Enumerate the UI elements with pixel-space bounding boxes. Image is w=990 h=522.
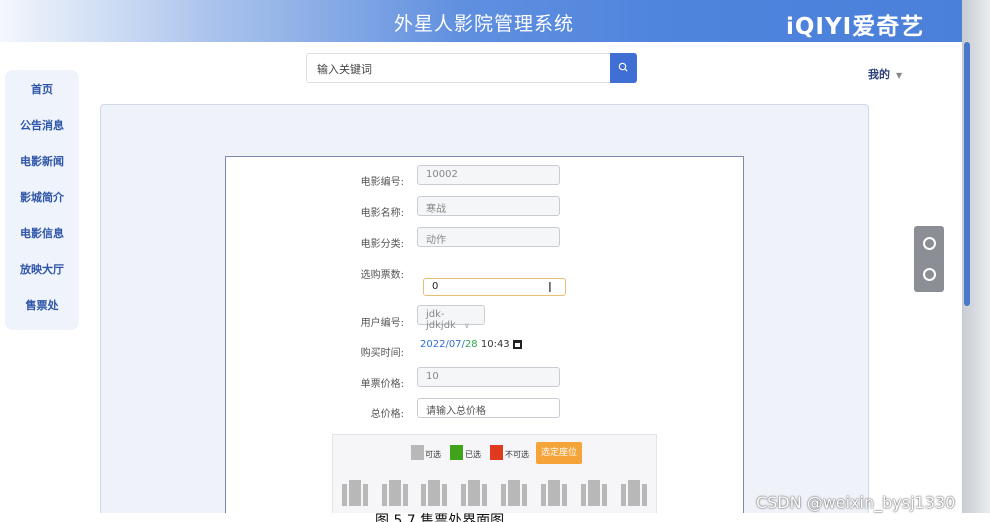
seat-icon[interactable] bbox=[619, 478, 649, 510]
seat-icon[interactable] bbox=[419, 478, 449, 510]
purchase-date-day: 28 bbox=[464, 339, 478, 350]
seat-icon[interactable] bbox=[380, 478, 410, 510]
seat-icon[interactable] bbox=[539, 478, 569, 510]
seat-icon[interactable] bbox=[340, 478, 370, 510]
unit-price-field[interactable]: 10 bbox=[417, 367, 560, 387]
movie-category-field[interactable]: 动作 bbox=[417, 227, 560, 247]
purchase-date-prefix: 2022/07/ bbox=[420, 339, 465, 350]
movie-id-field[interactable]: 10002 bbox=[417, 165, 560, 185]
text-cursor-icon: I bbox=[548, 281, 552, 296]
header-bar: 外星人影院管理系统 iQIYI爱奇艺 bbox=[0, 0, 968, 42]
sidebar: 首页 公告消息 电影新闻 影城简介 电影信息 放映大厅 售票处 bbox=[5, 70, 79, 330]
search-icon bbox=[618, 62, 628, 72]
seat-legend-selected-label: 已选 bbox=[465, 450, 481, 459]
csdn-watermark: CSDN @weixin_bysj1330 bbox=[756, 493, 956, 512]
user-id-select[interactable]: jdk-jdkjdk ∨ bbox=[417, 305, 485, 331]
sidebar-item-movie-news[interactable]: 电影新闻 bbox=[5, 153, 79, 169]
sidebar-item-movie-info[interactable]: 电影信息 bbox=[5, 225, 79, 241]
movie-name-label: 电影名称: bbox=[360, 208, 404, 219]
select-seat-button[interactable]: 选定座位 bbox=[536, 442, 582, 464]
seat-legend-available-label: 可选 bbox=[425, 450, 441, 459]
vertical-scrollbar[interactable] bbox=[964, 42, 970, 306]
sidebar-item-home[interactable]: 首页 bbox=[5, 81, 79, 97]
figure-caption: 图 5.7 售票处界面图 bbox=[375, 513, 505, 522]
purchase-time-input[interactable]: 2022/07/28 10:43 bbox=[420, 339, 510, 350]
seat-icon[interactable] bbox=[459, 478, 489, 510]
search-placeholder: 输入关键词 bbox=[317, 63, 372, 76]
app-window: 外星人影院管理系统 iQIYI爱奇艺 输入关键词 我的 ▼ 首页 公告消息 电影新… bbox=[0, 0, 990, 522]
chevron-down-icon: ∨ bbox=[463, 321, 470, 330]
search-input[interactable]: 输入关键词 bbox=[306, 53, 610, 83]
sidebar-item-screening-halls[interactable]: 放映大厅 bbox=[5, 261, 79, 277]
settings-icon[interactable] bbox=[923, 268, 936, 281]
seat-legend-selected-icon bbox=[450, 445, 463, 460]
seat-legend-available-icon bbox=[411, 445, 424, 460]
calendar-icon[interactable] bbox=[513, 340, 522, 349]
movie-name-field[interactable]: 寒战 bbox=[417, 196, 560, 216]
seat-legend-unavailable-icon bbox=[490, 445, 503, 460]
total-price-label: 总价格: bbox=[370, 409, 404, 420]
movie-id-label: 电影编号: bbox=[360, 177, 404, 188]
camera-icon[interactable] bbox=[923, 237, 936, 250]
sidebar-item-notices[interactable]: 公告消息 bbox=[5, 117, 79, 133]
seat-icon[interactable] bbox=[499, 478, 529, 510]
total-price-input[interactable]: 请输入总价格 bbox=[417, 398, 560, 418]
user-menu[interactable]: 我的 ▼ bbox=[868, 66, 902, 82]
floating-toolbar bbox=[914, 226, 944, 292]
brand-logo[interactable]: iQIYI爱奇艺 bbox=[786, 7, 924, 41]
chevron-down-icon: ▼ bbox=[896, 71, 903, 80]
ticket-count-label: 选购票数: bbox=[360, 270, 404, 281]
sidebar-item-cinema-intro[interactable]: 影城简介 bbox=[5, 189, 79, 205]
seat-legend-unavailable-label: 不可选 bbox=[505, 450, 529, 459]
seat-icon[interactable] bbox=[579, 478, 609, 510]
user-id-label: 用户编号: bbox=[360, 318, 404, 329]
sidebar-item-ticket-office[interactable]: 售票处 bbox=[5, 297, 79, 313]
purchase-time-value: 10:43 bbox=[480, 339, 510, 350]
search-button[interactable] bbox=[610, 53, 637, 83]
user-menu-label: 我的 bbox=[868, 68, 890, 81]
unit-price-label: 单票价格: bbox=[360, 379, 404, 390]
movie-category-label: 电影分类: bbox=[360, 239, 404, 250]
ticket-count-input[interactable]: 0 bbox=[423, 278, 566, 296]
user-id-value: jdk-jdkjdk bbox=[426, 309, 456, 331]
purchase-time-label: 购买时间: bbox=[360, 348, 404, 359]
chevron-right-icon[interactable]: › bbox=[955, 248, 963, 272]
